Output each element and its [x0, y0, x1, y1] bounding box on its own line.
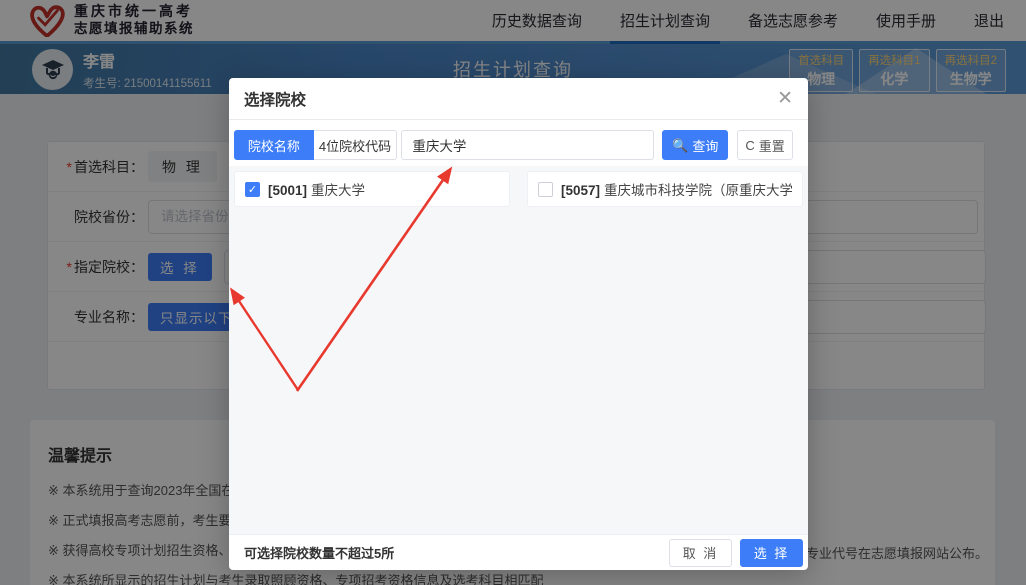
- close-icon[interactable]: ✕: [777, 89, 793, 108]
- college-name: 重庆大学: [311, 183, 365, 198]
- selection-limit-note: 可选择院校数量不超过5所: [244, 543, 394, 562]
- checkbox-unchecked-icon[interactable]: [538, 182, 553, 197]
- college-label: [5001] 重庆大学: [268, 179, 365, 199]
- select-button[interactable]: 选 择: [740, 539, 803, 567]
- cancel-button[interactable]: 取 消: [669, 539, 732, 567]
- search-icon: 🔍: [672, 139, 688, 152]
- reset-button[interactable]: C 重置: [737, 130, 793, 160]
- modal-search-row: 院校名称 4位院校代码 🔍 查询 C 重置: [234, 130, 793, 160]
- college-code: [5057]: [561, 183, 600, 198]
- college-search-input[interactable]: [401, 130, 654, 160]
- college-item-5001[interactable]: ✓ [5001] 重庆大学: [234, 171, 510, 207]
- refresh-icon: C: [745, 139, 754, 152]
- modal-header: 选择院校 ✕: [229, 78, 808, 120]
- college-list: ✓ [5001] 重庆大学 [5057] 重庆城市科技学院（原重庆大学城市科...: [229, 166, 808, 534]
- college-item-5057[interactable]: [5057] 重庆城市科技学院（原重庆大学城市科...: [527, 171, 803, 207]
- modal-footer: 可选择院校数量不超过5所 取 消 选 择: [229, 534, 808, 570]
- checkbox-checked-icon[interactable]: ✓: [245, 182, 260, 197]
- college-name: 重庆城市科技学院（原重庆大学城市科...: [604, 183, 792, 198]
- college-label: [5057] 重庆城市科技学院（原重庆大学城市科...: [561, 179, 792, 199]
- college-code: [5001]: [268, 183, 307, 198]
- modal-title: 选择院校: [244, 88, 306, 110]
- tab-college-code[interactable]: 4位院校代码: [314, 130, 398, 160]
- page-root: 重庆市统一高考 志愿填报辅助系统 历史数据查询 招生计划查询 备选志愿参考 使用…: [0, 0, 1026, 585]
- query-button[interactable]: 🔍 查询: [662, 130, 728, 160]
- tab-college-name[interactable]: 院校名称: [234, 130, 314, 160]
- select-college-modal: 选择院校 ✕ 院校名称 4位院校代码 🔍 查询 C 重置 ✓ [5001] 重庆大…: [229, 78, 808, 570]
